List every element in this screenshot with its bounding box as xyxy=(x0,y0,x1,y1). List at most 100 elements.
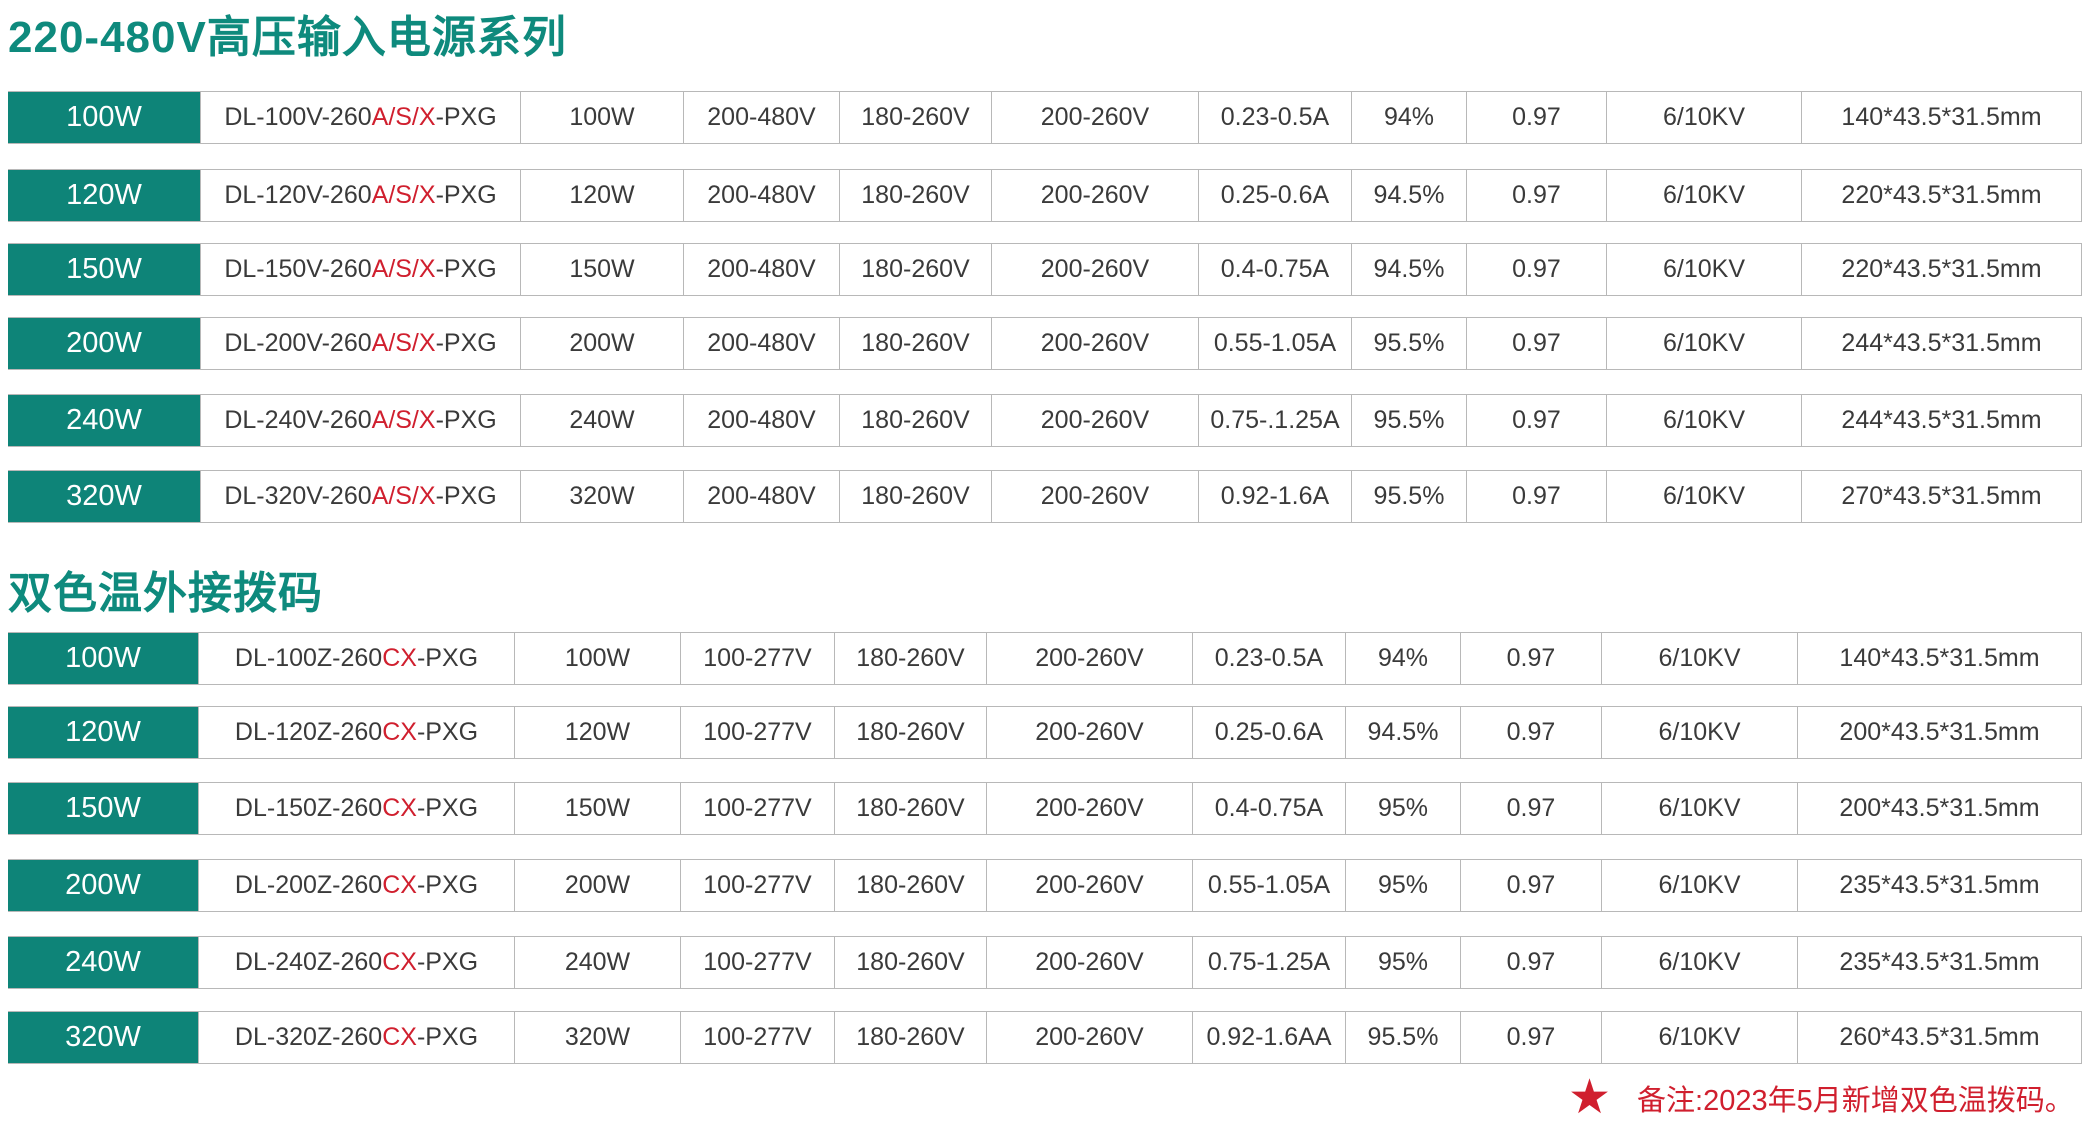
table-row: 200W DL-200Z-260 CX -PXG 200W 100-277V 180… xyxy=(8,859,2082,912)
dimensions: 200*43.5*31.5mm xyxy=(1797,783,2081,834)
power-factor: 0.97 xyxy=(1460,633,1601,684)
power-factor: 0.97 xyxy=(1466,244,1606,295)
footnote: ★ 备注:2023年5月新增双色温拨码。 xyxy=(1568,1074,2074,1122)
voltage-range-1: 180-260V xyxy=(839,395,991,446)
voltage-range-1: 180-260V xyxy=(839,170,991,221)
input-voltage: 100-277V xyxy=(680,937,834,988)
input-voltage: 100-277V xyxy=(680,707,834,758)
model-number: DL-100Z-260 CX -PXG xyxy=(198,633,514,684)
voltage-range-2: 200-260V xyxy=(986,707,1192,758)
power-rating: 100W xyxy=(8,92,200,143)
input-voltage: 100-277V xyxy=(680,633,834,684)
input-voltage: 200-480V xyxy=(683,244,839,295)
voltage-range-2: 200-260V xyxy=(986,860,1192,911)
section-title-high-voltage: 220-480V高压输入电源系列 xyxy=(8,13,567,62)
power-rating: 240W xyxy=(8,937,198,988)
wattage: 150W xyxy=(520,244,683,295)
table-row: 320W DL-320Z-260 CX -PXG 320W 100-277V 180… xyxy=(8,1011,2082,1064)
current: 0.92-1.6AA xyxy=(1192,1012,1345,1063)
input-voltage: 100-277V xyxy=(680,860,834,911)
wattage: 240W xyxy=(520,395,683,446)
efficiency: 95.5% xyxy=(1351,395,1466,446)
efficiency: 95.5% xyxy=(1351,471,1466,522)
power-factor: 0.97 xyxy=(1460,860,1601,911)
voltage-range-1: 180-260V xyxy=(834,633,986,684)
model-number: DL-100V-260 A/S/X -PXG xyxy=(200,92,520,143)
voltage-range-2: 200-260V xyxy=(991,244,1198,295)
surge-protection: 6/10KV xyxy=(1606,471,1801,522)
dimensions: 220*43.5*31.5mm xyxy=(1801,170,2081,221)
input-voltage: 100-277V xyxy=(680,1012,834,1063)
model-number: DL-240V-260 A/S/X -PXG xyxy=(200,395,520,446)
power-factor: 0.97 xyxy=(1460,937,1601,988)
efficiency: 94.5% xyxy=(1351,244,1466,295)
model-number: DL-320Z-260 CX -PXG xyxy=(198,1012,514,1063)
power-rating: 120W xyxy=(8,170,200,221)
model-number: DL-200V-260 A/S/X -PXG xyxy=(200,318,520,369)
model-number: DL-150V-260 A/S/X -PXG xyxy=(200,244,520,295)
current: 0.55-1.05A xyxy=(1198,318,1351,369)
wattage: 200W xyxy=(520,318,683,369)
input-voltage: 200-480V xyxy=(683,395,839,446)
table-row: 240W DL-240Z-260 CX -PXG 240W 100-277V 180… xyxy=(8,936,2082,989)
power-rating: 150W xyxy=(8,244,200,295)
efficiency: 95.5% xyxy=(1345,1012,1460,1063)
power-factor: 0.97 xyxy=(1466,395,1606,446)
voltage-range-2: 200-260V xyxy=(991,395,1198,446)
surge-protection: 6/10KV xyxy=(1606,318,1801,369)
table-row: 200W DL-200V-260 A/S/X -PXG 200W 200-480V … xyxy=(8,317,2082,370)
efficiency: 95% xyxy=(1345,937,1460,988)
wattage: 320W xyxy=(514,1012,680,1063)
voltage-range-2: 200-260V xyxy=(991,170,1198,221)
surge-protection: 6/10KV xyxy=(1601,860,1797,911)
efficiency: 94.5% xyxy=(1345,707,1460,758)
efficiency: 95% xyxy=(1345,860,1460,911)
model-number: DL-320V-260 A/S/X -PXG xyxy=(200,471,520,522)
dimensions: 244*43.5*31.5mm xyxy=(1801,318,2081,369)
current: 0.75-1.25A xyxy=(1192,937,1345,988)
current: 0.55-1.05A xyxy=(1192,860,1345,911)
dimensions: 140*43.5*31.5mm xyxy=(1801,92,2081,143)
power-factor: 0.97 xyxy=(1466,170,1606,221)
model-number: DL-150Z-260 CX -PXG xyxy=(198,783,514,834)
voltage-range-1: 180-260V xyxy=(834,707,986,758)
table-row: 120W DL-120Z-260 CX -PXG 120W 100-277V 180… xyxy=(8,706,2082,759)
surge-protection: 6/10KV xyxy=(1601,783,1797,834)
input-voltage: 200-480V xyxy=(683,318,839,369)
input-voltage: 200-480V xyxy=(683,471,839,522)
voltage-range-2: 200-260V xyxy=(991,318,1198,369)
current: 0.4-0.75A xyxy=(1198,244,1351,295)
table-row: 240W DL-240V-260 A/S/X -PXG 240W 200-480V … xyxy=(8,394,2082,447)
input-voltage: 200-480V xyxy=(683,170,839,221)
efficiency: 95.5% xyxy=(1351,318,1466,369)
wattage: 100W xyxy=(520,92,683,143)
wattage: 120W xyxy=(520,170,683,221)
current: 0.4-0.75A xyxy=(1192,783,1345,834)
footnote-text: 备注:2023年5月新增双色温拨码。 xyxy=(1637,1085,2074,1117)
current: 0.23-0.5A xyxy=(1192,633,1345,684)
current: 0.92-1.6A xyxy=(1198,471,1351,522)
dimensions: 235*43.5*31.5mm xyxy=(1797,937,2081,988)
model-number: DL-240Z-260 CX -PXG xyxy=(198,937,514,988)
model-number: DL-120Z-260 CX -PXG xyxy=(198,707,514,758)
surge-protection: 6/10KV xyxy=(1601,937,1797,988)
power-rating: 120W xyxy=(8,707,198,758)
dimensions: 140*43.5*31.5mm xyxy=(1797,633,2081,684)
power-factor: 0.97 xyxy=(1460,707,1601,758)
input-voltage: 100-277V xyxy=(680,783,834,834)
surge-protection: 6/10KV xyxy=(1606,244,1801,295)
power-rating: 200W xyxy=(8,860,198,911)
power-rating: 320W xyxy=(8,1012,198,1063)
current: 0.23-0.5A xyxy=(1198,92,1351,143)
voltage-range-1: 180-260V xyxy=(834,937,986,988)
wattage: 320W xyxy=(520,471,683,522)
power-factor: 0.97 xyxy=(1460,1012,1601,1063)
model-number: DL-120V-260 A/S/X -PXG xyxy=(200,170,520,221)
voltage-range-2: 200-260V xyxy=(991,471,1198,522)
voltage-range-1: 180-260V xyxy=(839,244,991,295)
surge-protection: 6/10KV xyxy=(1601,1012,1797,1063)
table-row: 150W DL-150V-260 A/S/X -PXG 150W 200-480V … xyxy=(8,243,2082,296)
surge-protection: 6/10KV xyxy=(1606,92,1801,143)
table-row: 320W DL-320V-260 A/S/X -PXG 320W 200-480V … xyxy=(8,470,2082,523)
wattage: 100W xyxy=(514,633,680,684)
